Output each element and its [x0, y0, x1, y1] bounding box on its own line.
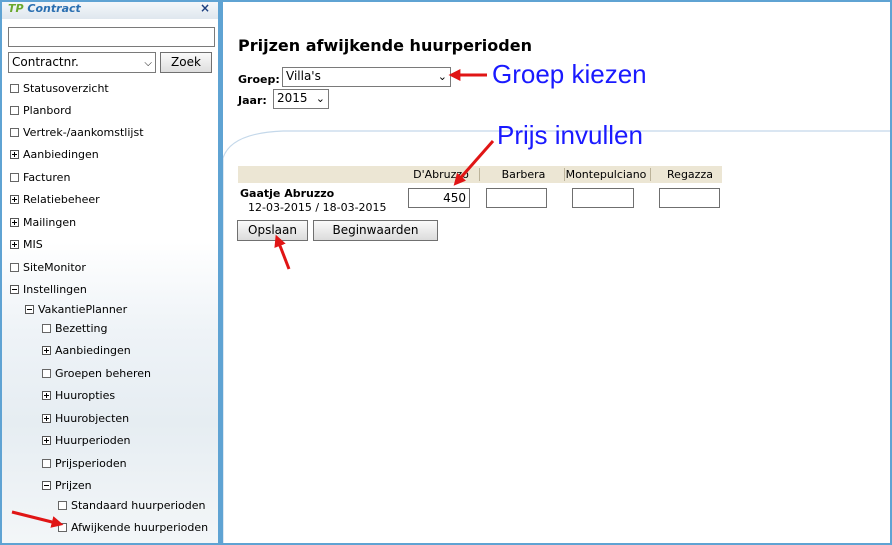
sidebar-item-label: Facturen: [23, 171, 71, 184]
sidebar-item-label: Huurobjecten: [55, 412, 130, 425]
app-logo: TP Contract: [8, 2, 81, 15]
search-field-value: Contractnr.: [12, 55, 79, 69]
item-box-icon[interactable]: [58, 500, 67, 510]
search-input[interactable]: [8, 27, 215, 47]
price-input[interactable]: [572, 188, 634, 208]
item-box-icon[interactable]: [10, 83, 19, 93]
sidebar-item-huurobjecten[interactable]: Huurobjecten: [42, 411, 129, 429]
sidebar-item-afwijkende-huurperioden[interactable]: Afwijkende huurperioden: [58, 520, 208, 538]
annotation-prijs-invullen: Prijs invullen: [497, 120, 643, 150]
sidebar-item-huuropties[interactable]: Huuropties: [42, 388, 115, 406]
row-name: Gaatje Abruzzo: [240, 187, 335, 200]
annotation-groep-kiezen: Groep kiezen: [492, 59, 647, 89]
groep-label: Groep:: [238, 73, 280, 86]
search-field-select[interactable]: Contractnr. ⌵: [8, 52, 156, 73]
jaar-value: 2015: [277, 91, 308, 105]
sidebar-item-label: Mailingen: [23, 216, 77, 229]
sidebar-item-label: Statusoverzicht: [23, 82, 109, 95]
jaar-label: Jaar:: [238, 94, 267, 107]
sidebar-item-relatiebeheer[interactable]: Relatiebeheer: [10, 192, 100, 210]
sidebar-item-vertrek-aankomstlijst[interactable]: Vertrek-/aankomstlijst: [10, 125, 144, 143]
price-input[interactable]: 450: [408, 188, 470, 208]
jaar-select[interactable]: 2015 ⌄: [273, 89, 329, 109]
column-header: D'Abruzzo: [413, 168, 469, 181]
item-box-icon[interactable]: [42, 368, 51, 378]
sidebar-item-groepen-beheren[interactable]: Groepen beheren: [42, 366, 151, 384]
item-box-icon[interactable]: [58, 522, 67, 532]
expand-icon[interactable]: [10, 239, 19, 249]
sidebar-item-label: Bezetting: [55, 322, 108, 335]
sidebar-item-standaard-huurperioden[interactable]: Standaard huurperioden: [58, 498, 206, 516]
sidebar-item-label: MIS: [23, 238, 43, 251]
sidebar-item-planbord[interactable]: Planbord: [10, 103, 71, 121]
sidebar-item-instellingen[interactable]: Instellingen: [10, 282, 87, 300]
item-box-icon[interactable]: [10, 105, 19, 115]
expand-icon[interactable]: [42, 435, 51, 445]
item-box-icon[interactable]: [10, 262, 19, 272]
sidebar-item-label: Vertrek-/aankomstlijst: [23, 126, 144, 139]
sidebar-item-mailingen[interactable]: Mailingen: [10, 215, 76, 233]
sidebar-item-aanbiedingen[interactable]: Aanbiedingen: [10, 147, 99, 165]
item-box-icon[interactable]: [10, 172, 19, 182]
sidebar-item-label: Groepen beheren: [55, 367, 152, 380]
expand-icon[interactable]: [42, 345, 51, 355]
sidebar-item-label: Planbord: [23, 104, 72, 117]
sidebar-item-aanbiedingen-sub[interactable]: Aanbiedingen: [42, 343, 131, 361]
sidebar-item-sitemonitor[interactable]: SiteMonitor: [10, 260, 86, 278]
sidebar-item-label: Huurperioden: [55, 434, 131, 447]
sidebar-item-statusoverzicht[interactable]: Statusoverzicht: [10, 81, 109, 99]
row-dates: 12-03-2015 / 18-03-2015: [248, 201, 387, 214]
sidebar-item-facturen[interactable]: Facturen: [10, 170, 70, 188]
sidebar-item-prijsperioden[interactable]: Prijsperioden: [42, 456, 127, 474]
sidebar-item-label: Prijzen: [55, 479, 92, 492]
chevron-down-icon: ⌄: [315, 92, 325, 105]
price-input[interactable]: [486, 188, 547, 208]
page-title: Prijzen afwijkende huurperioden: [238, 36, 532, 55]
zoek-button[interactable]: Zoek: [160, 52, 212, 73]
sidebar-item-label: Standaard huurperioden: [71, 499, 206, 512]
expand-icon[interactable]: [42, 413, 51, 423]
sidebar-item-huurperioden[interactable]: Huurperioden: [42, 433, 131, 451]
price-input[interactable]: [659, 188, 720, 208]
item-box-icon[interactable]: [42, 458, 51, 468]
item-box-icon[interactable]: [42, 323, 51, 333]
column-header: Montepulciano: [565, 168, 647, 181]
sidebar-item-label: Aanbiedingen: [23, 148, 99, 161]
sidebar-item-label: Aanbiedingen: [55, 344, 131, 357]
sidebar-item-vakantieplanner[interactable]: VakantiePlanner: [25, 302, 127, 320]
collapse-icon[interactable]: [42, 480, 51, 490]
chevron-down-icon: ⌵: [144, 58, 152, 69]
sidebar-item-label: Relatiebeheer: [23, 193, 100, 206]
logo-tp: TP: [8, 2, 24, 15]
sidebar-item-label: VakantiePlanner: [38, 303, 128, 316]
sidebar-item-mis[interactable]: MIS: [10, 237, 43, 255]
chevron-down-icon: ⌄: [437, 70, 447, 83]
column-header: Regazza: [667, 168, 713, 181]
sidebar-item-label: Instellingen: [23, 283, 87, 296]
sidebar-item-bezetting[interactable]: Bezetting: [42, 321, 108, 339]
column-separator: [479, 168, 480, 181]
expand-icon[interactable]: [42, 390, 51, 400]
save-button[interactable]: Opslaan: [237, 220, 308, 241]
expand-icon[interactable]: [10, 149, 19, 159]
collapse-icon[interactable]: [10, 284, 19, 294]
close-icon[interactable]: ×: [200, 2, 210, 15]
expand-icon[interactable]: [10, 194, 19, 204]
item-box-icon[interactable]: [10, 127, 19, 137]
sidebar-item-label: SiteMonitor: [23, 261, 86, 274]
sidebar-item-label: Afwijkende huurperioden: [71, 521, 209, 534]
reset-button[interactable]: Beginwaarden: [313, 220, 438, 241]
expand-icon[interactable]: [10, 217, 19, 227]
groep-select[interactable]: Villa's ⌄: [282, 67, 451, 87]
collapse-icon[interactable]: [25, 304, 34, 314]
logo-contract: Contract: [27, 2, 81, 15]
sidebar-item-label: Prijsperioden: [55, 457, 127, 470]
sidebar-item-prijzen[interactable]: Prijzen: [42, 478, 92, 496]
groep-value: Villa's: [286, 69, 321, 83]
sidebar: TP Contract × Contractnr. ⌵ Zoek Statuso…: [2, 2, 218, 543]
sidebar-item-label: Huuropties: [55, 389, 116, 402]
column-header: Barbera: [501, 168, 546, 181]
